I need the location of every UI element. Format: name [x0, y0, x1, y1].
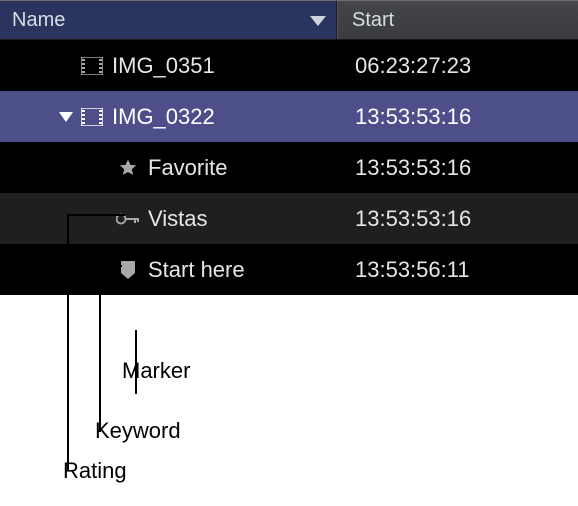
callout-keyword-label: Keyword [95, 418, 181, 444]
callout-marker-label: Marker [122, 358, 190, 384]
cell-start: 06:23:27:23 [337, 40, 578, 91]
clip-row[interactable]: IMG_0322 13:53:53:16 [0, 91, 578, 142]
row-label: IMG_0322 [112, 104, 215, 130]
column-header-row: Name Start [0, 0, 578, 40]
cell-name: Favorite [0, 142, 337, 193]
star-icon [114, 158, 142, 178]
row-label: IMG_0351 [112, 53, 215, 79]
column-header-start-label: Start [352, 9, 394, 32]
callout-rating-label: Rating [63, 458, 127, 484]
timecode-value: 13:53:53:16 [355, 104, 471, 130]
cell-start: 13:53:56:11 [337, 244, 578, 295]
filmstrip-icon [78, 108, 106, 126]
cell-start: 13:53:53:16 [337, 91, 578, 142]
cell-name: Vistas [0, 193, 337, 244]
cell-name: IMG_0351 [0, 40, 337, 91]
column-header-name-label: Name [12, 9, 65, 32]
row-label: Favorite [148, 155, 227, 181]
row-container: IMG_035106:23:27:23IMG_032213:53:53:16Fa… [0, 40, 578, 295]
browser-list-panel: Name Start IMG_0351 06:23:27:23 IMG_0322 13… [0, 0, 578, 295]
timecode-value: 13:53:56:11 [355, 257, 470, 283]
timecode-value: 13:53:53:16 [355, 206, 471, 232]
disclosure-triangle-icon[interactable] [54, 111, 78, 123]
cell-start: 13:53:53:16 [337, 193, 578, 244]
clip-row[interactable]: IMG_0351 06:23:27:23 [0, 40, 578, 91]
keyword-row[interactable]: Vistas 13:53:53:16 [0, 193, 578, 244]
cell-name: IMG_0322 [0, 91, 337, 142]
rating-row[interactable]: Favorite 13:53:53:16 [0, 142, 578, 193]
column-header-name[interactable]: Name [0, 1, 337, 39]
filmstrip-icon [78, 57, 106, 75]
column-header-start[interactable]: Start [337, 1, 578, 39]
timecode-value: 13:53:53:16 [355, 155, 471, 181]
row-label: Vistas [148, 206, 208, 232]
row-label: Start here [148, 257, 245, 283]
key-icon [114, 212, 142, 226]
marker-icon [114, 260, 142, 280]
marker-row[interactable]: Start here 13:53:56:11 [0, 244, 578, 295]
cell-start: 13:53:53:16 [337, 142, 578, 193]
sort-descending-icon [310, 14, 326, 26]
cell-name: Start here [0, 244, 337, 295]
timecode-value: 06:23:27:23 [355, 53, 471, 79]
